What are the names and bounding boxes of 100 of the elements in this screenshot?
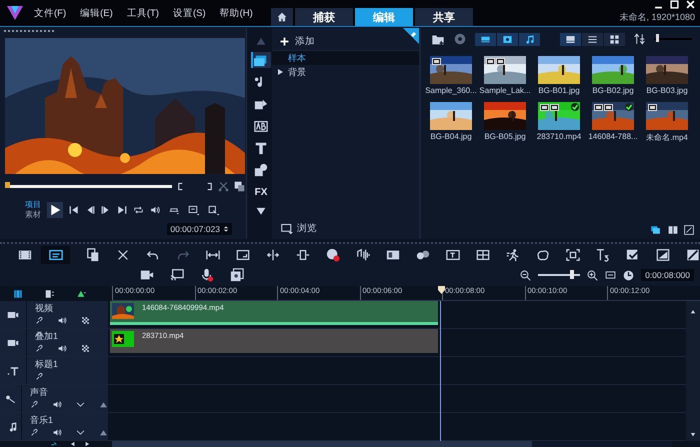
view-toggle[interactable] <box>582 32 603 46</box>
microphone-icon[interactable] <box>200 268 214 282</box>
triangle-up-icon[interactable] <box>99 428 108 437</box>
media-item[interactable]: BG-B01.jpg <box>532 56 586 95</box>
zoom-in-icon[interactable] <box>587 270 598 280</box>
media-item[interactable]: BG-B04.jpg <box>424 102 478 143</box>
media-item[interactable]: Sample_Lak... <box>478 56 532 95</box>
media-item[interactable]: BG-B05.jpg <box>478 102 532 143</box>
track-header[interactable]: 叠加1 <box>0 329 110 356</box>
text-3d-icon[interactable] <box>596 248 610 262</box>
zoom-out-icon[interactable] <box>520 270 532 280</box>
repeat-icon[interactable] <box>133 205 144 215</box>
track-header[interactable]: 标题1 <box>0 357 110 384</box>
media-item[interactable]: BG-B03.jpg <box>640 56 694 95</box>
view-mode-button[interactable] <box>41 246 70 264</box>
speaker-icon[interactable] <box>58 316 67 325</box>
track-header[interactable]: 视频 <box>0 301 110 328</box>
sort-icon[interactable] <box>634 33 645 45</box>
copy-icon[interactable] <box>86 248 100 262</box>
frame-icon[interactable] <box>236 248 250 262</box>
view-toggle[interactable] <box>604 32 625 46</box>
chapter-icon[interactable] <box>44 288 55 298</box>
scroll-down-icon[interactable] <box>690 432 696 437</box>
link-icon[interactable] <box>30 428 39 437</box>
speaker-icon[interactable] <box>53 428 62 437</box>
mark-out-icon[interactable] <box>206 180 213 192</box>
spinner-icon[interactable] <box>223 224 229 234</box>
folder-item[interactable]: 背景 <box>272 65 419 79</box>
record-reel-icon[interactable] <box>326 248 340 262</box>
aspect-ratio-icon[interactable] <box>187 204 201 216</box>
go-end-icon[interactable] <box>117 205 127 215</box>
expand-arrow-icon[interactable] <box>278 69 283 75</box>
workspace-tab[interactable]: 捕获 <box>294 8 353 26</box>
fit-width-icon[interactable] <box>206 248 220 262</box>
media-item[interactable]: 146084-788... <box>586 102 640 143</box>
category-tab[interactable]: FX <box>251 184 271 200</box>
gradient-icon[interactable] <box>686 248 700 262</box>
track-manager-icon[interactable] <box>12 288 24 298</box>
scroll-right-icon[interactable] <box>85 441 90 447</box>
duration-field[interactable]: 0:00:08:000 <box>641 269 694 281</box>
stretch-icon[interactable] <box>296 248 310 262</box>
add-button[interactable]: 添加 <box>280 35 315 48</box>
checker-icon[interactable] <box>81 344 90 353</box>
media-item[interactable]: Sample_360... <box>424 56 478 95</box>
link-icon[interactable] <box>35 372 44 381</box>
view-toggle[interactable] <box>560 32 581 46</box>
scroll-left-icon[interactable] <box>70 441 75 447</box>
close-icon[interactable] <box>686 0 695 9</box>
mask-icon[interactable] <box>386 248 400 262</box>
pin-icon[interactable] <box>403 28 419 44</box>
filter-toggle[interactable] <box>497 32 518 46</box>
circles-icon[interactable] <box>416 248 430 262</box>
disc-icon[interactable] <box>454 33 466 45</box>
checker-icon[interactable] <box>81 316 90 325</box>
menu-item[interactable]: 文件(F) <box>34 6 66 20</box>
speaker-icon[interactable] <box>58 344 67 353</box>
tools-icon[interactable] <box>116 248 130 262</box>
checklist-icon[interactable] <box>626 248 640 262</box>
playhead-handle[interactable] <box>438 286 445 294</box>
browse-button[interactable]: 浏览 <box>280 222 419 235</box>
copy-frame-icon[interactable] <box>234 180 245 192</box>
go-start-icon[interactable] <box>69 205 79 215</box>
chevron-down-icon[interactable] <box>76 428 85 437</box>
scroll-up-icon[interactable] <box>690 309 696 314</box>
scissors-icon[interactable] <box>218 180 229 192</box>
title-box-icon[interactable] <box>446 248 460 262</box>
horizontal-scrollbar[interactable] <box>112 441 672 447</box>
folder-item[interactable]: 样本 <box>272 51 419 65</box>
screen-cast-icon[interactable] <box>170 268 184 282</box>
workspace-tab[interactable]: 共享 <box>414 8 473 26</box>
link-icon[interactable] <box>35 344 44 353</box>
filter-toggle[interactable] <box>519 32 540 46</box>
filter-toggle[interactable] <box>475 32 496 46</box>
menu-item[interactable]: 设置(S) <box>172 6 206 20</box>
audio-wave-icon[interactable] <box>356 248 370 262</box>
category-tab[interactable] <box>251 52 271 68</box>
prev-frame-icon[interactable] <box>85 205 95 215</box>
home-icon[interactable] <box>276 12 287 22</box>
mode-switch[interactable]: 项目 <box>25 200 41 210</box>
fit-project-icon[interactable] <box>605 270 616 280</box>
media-item[interactable]: 未命名.mp4 <box>640 102 694 143</box>
clock-icon[interactable] <box>623 270 634 280</box>
speaker-icon[interactable] <box>53 400 62 409</box>
timecode-field[interactable]: 00:00:07:023 <box>167 223 232 235</box>
gif-camera-icon[interactable] <box>140 268 154 282</box>
track-header[interactable]: 声音 <box>0 385 110 412</box>
library-view-icon[interactable] <box>649 225 662 235</box>
menu-item[interactable]: 工具(T) <box>126 6 159 20</box>
track-header[interactable]: 音乐1 <box>0 413 110 440</box>
mark-in-icon[interactable] <box>177 180 184 192</box>
scrub-bar[interactable] <box>8 184 172 188</box>
motion-path-icon[interactable] <box>536 248 550 262</box>
edit-icon[interactable] <box>684 225 694 235</box>
split-icon[interactable] <box>266 248 280 262</box>
folder-add-icon[interactable] <box>431 32 445 46</box>
link-icon[interactable] <box>30 400 39 409</box>
maximize-icon[interactable] <box>670 0 679 9</box>
media-item[interactable]: BG-B02.jpg <box>586 56 640 95</box>
next-frame-icon[interactable] <box>101 205 111 215</box>
chevron-down-icon[interactable] <box>76 400 85 409</box>
